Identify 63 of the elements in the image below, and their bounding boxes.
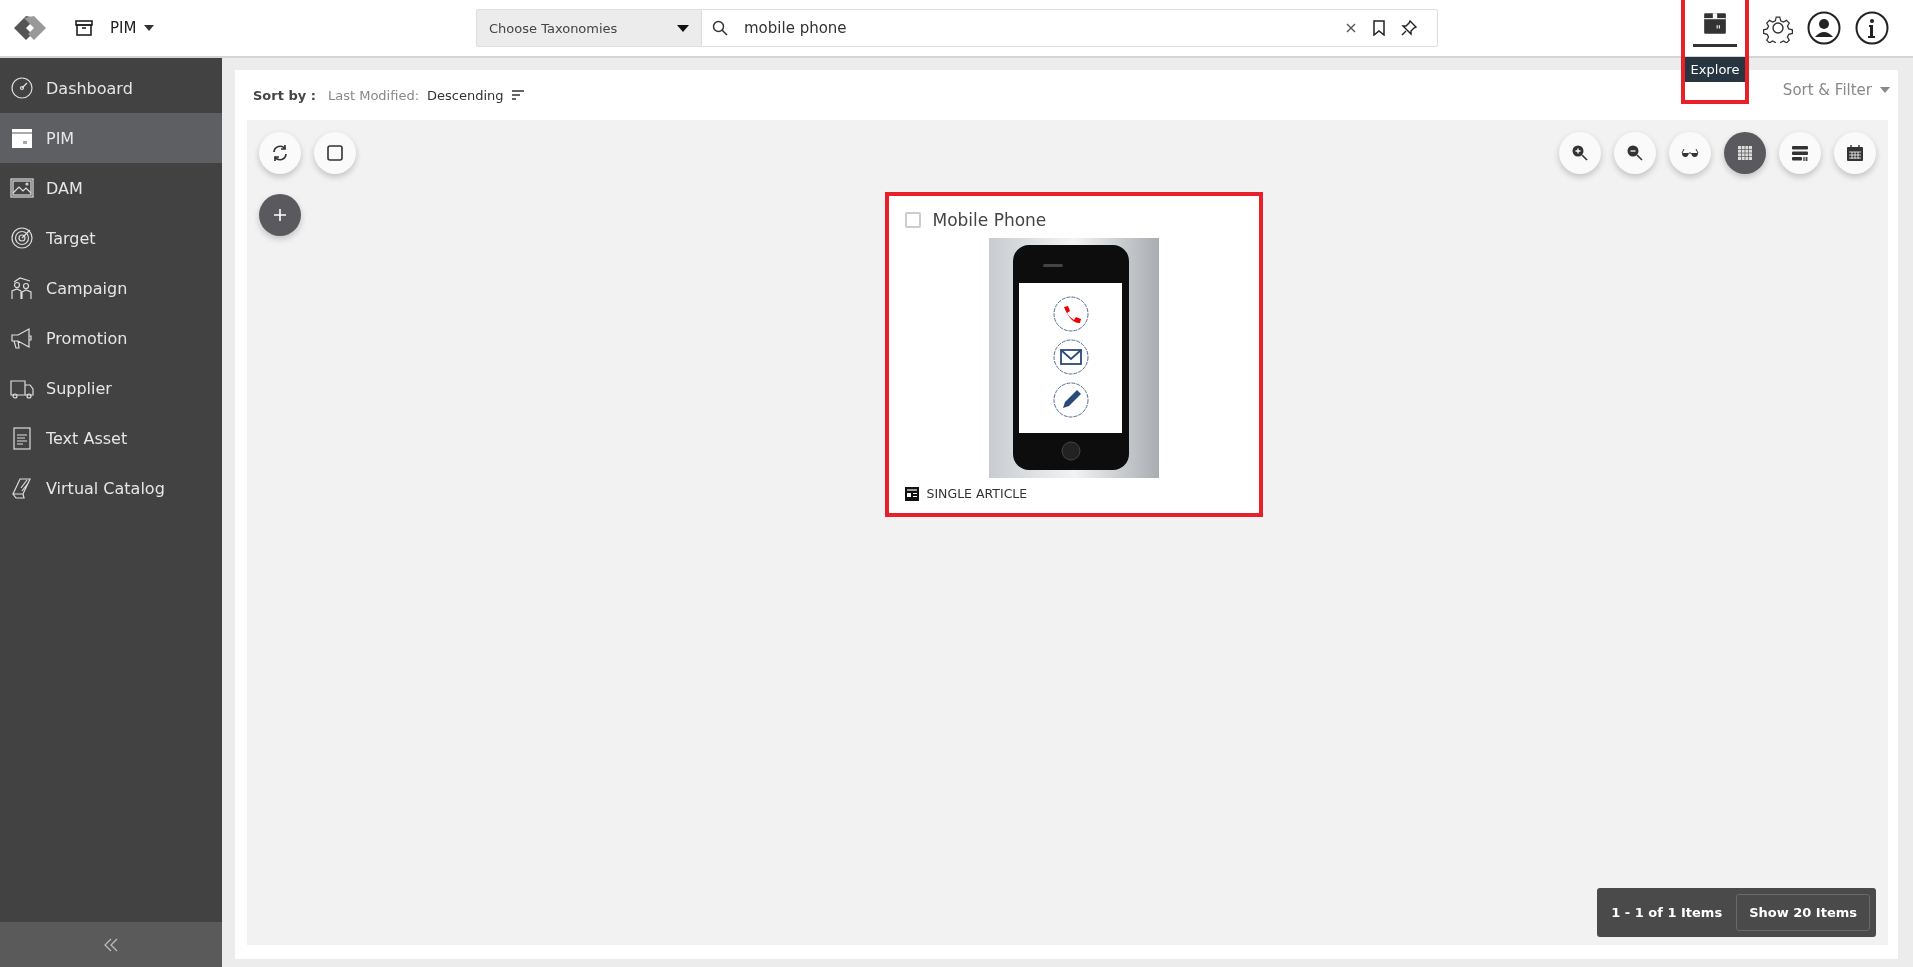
- box-icon: [1702, 10, 1728, 36]
- view-button[interactable]: [1834, 132, 1876, 174]
- card-title: Mobile Phone: [932, 210, 1047, 230]
- add-button[interactable]: [259, 194, 301, 236]
- article-icon: [904, 486, 919, 501]
- refresh-icon: [271, 144, 289, 162]
- checkbox-icon: [326, 144, 344, 162]
- nav-icon: [10, 276, 34, 300]
- sort-filter-button[interactable]: Sort & Filter: [1776, 80, 1896, 100]
- view-icon: [1626, 144, 1644, 162]
- page-size-button[interactable]: Show 20 Items: [1736, 894, 1870, 931]
- explore-button[interactable]: Explore: [1685, 0, 1745, 100]
- info-icon[interactable]: [1855, 11, 1889, 45]
- sidebar-item[interactable]: Virtual Catalog: [0, 463, 222, 513]
- module-dropdown[interactable]: PIM: [110, 19, 155, 37]
- pin-icon[interactable]: [1401, 20, 1417, 36]
- view-button[interactable]: [1559, 132, 1601, 174]
- archive-icon: [74, 18, 94, 38]
- clear-icon[interactable]: [1345, 22, 1357, 34]
- nav-icon: [10, 76, 34, 100]
- sort-icon[interactable]: [511, 89, 524, 101]
- view-icon: [1571, 144, 1589, 162]
- user-icon[interactable]: [1807, 11, 1841, 45]
- nav-icon: [10, 226, 34, 250]
- sidebar-item[interactable]: Promotion: [0, 313, 222, 363]
- article-type: SINGLE ARTICLE: [926, 486, 1028, 501]
- sort-field[interactable]: Last Modified:: [327, 87, 420, 103]
- caret-icon: [677, 24, 689, 32]
- refresh-button[interactable]: [259, 132, 301, 174]
- caret-icon: [1880, 87, 1890, 93]
- nav-icon: [10, 326, 34, 350]
- taxonomy-dropdown[interactable]: Choose Taxonomies: [476, 9, 701, 47]
- view-button[interactable]: [1779, 132, 1821, 174]
- search-icon: [712, 20, 728, 36]
- sidebar-item[interactable]: Campaign: [0, 263, 222, 313]
- nav-icon: [10, 476, 34, 500]
- explore-tooltip: Explore: [1682, 57, 1748, 82]
- sidebar-item[interactable]: Supplier: [0, 363, 222, 413]
- sidebar-item[interactable]: Target: [0, 213, 222, 263]
- sidebar-item[interactable]: PIM: [0, 113, 222, 163]
- search-input[interactable]: mobile phone: [742, 18, 1331, 38]
- nav-icon: [10, 176, 34, 200]
- nav-icon: [10, 426, 34, 450]
- nav-icon: [10, 126, 34, 150]
- sidebar-item[interactable]: Text Asset: [0, 413, 222, 463]
- view-button[interactable]: [1614, 132, 1656, 174]
- view-button[interactable]: [1724, 132, 1766, 174]
- sidebar-item[interactable]: Dashboard: [0, 63, 222, 113]
- search-field[interactable]: mobile phone: [701, 9, 1438, 47]
- sidebar-item[interactable]: DAM: [0, 163, 222, 213]
- view-icon: [1791, 144, 1809, 162]
- bookmark-icon[interactable]: [1371, 20, 1387, 36]
- sort-order[interactable]: Descending: [427, 87, 504, 103]
- view-button[interactable]: [1669, 132, 1711, 174]
- plus-icon: [273, 208, 287, 222]
- checkbox[interactable]: [904, 212, 921, 228]
- view-icon: [1736, 144, 1754, 162]
- item-range: 1 - 1 of 1 Items: [1611, 905, 1723, 920]
- caret-icon: [144, 25, 155, 31]
- view-icon: [1846, 144, 1864, 162]
- double-chevron-icon: [103, 936, 119, 953]
- select-all-button[interactable]: [314, 132, 356, 174]
- sort-label: Sort by :: [253, 87, 316, 103]
